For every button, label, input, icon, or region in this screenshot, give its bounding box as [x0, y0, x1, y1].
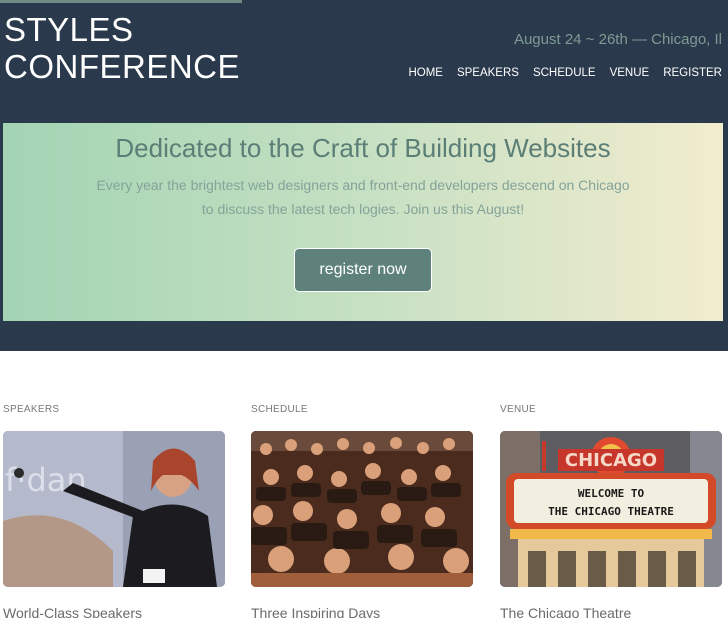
theatre-illustration: CHICAGO WELCOME TO THE CHICAGO THEATRE — [500, 431, 722, 587]
nav-speakers[interactable]: SPEAKERS — [457, 67, 519, 79]
nav-venue[interactable]: VENUE — [610, 67, 650, 79]
teasers-section: SPEAKERS f·dan World-Class Speakers SCHE… — [0, 351, 728, 618]
event-dates-location: August 24 ~ 26th — Chicago, Il — [513, 31, 722, 48]
hero-text-line-1: Every year the brightest web designers a… — [96, 177, 630, 193]
audience-photo[interactable] — [251, 431, 473, 587]
teaser-title[interactable]: Three Inspiring Days — [251, 605, 380, 618]
site-logo[interactable]: STYLES CONFERENCE — [4, 11, 240, 85]
teaser-schedule[interactable]: SCHEDULE Three Inspiring Days — [251, 351, 474, 618]
nav-register[interactable]: REGISTER — [663, 67, 722, 79]
hero-banner: Dedicated to the Craft of Building Websi… — [3, 123, 723, 321]
teaser-speakers[interactable]: SPEAKERS f·dan World-Class Speakers — [3, 351, 226, 618]
hero-title: Dedicated to the Craft of Building Websi… — [115, 133, 611, 163]
teaser-title[interactable]: World-Class Speakers — [3, 605, 142, 618]
speaker-illustration: f·dan — [3, 431, 225, 587]
logo-line-1: STYLES — [4, 11, 134, 48]
speaker-photo[interactable]: f·dan — [3, 431, 225, 587]
hero-text-line-2: to discuss the latest tech logies. Join … — [201, 201, 525, 217]
teaser-label: SCHEDULE — [251, 404, 308, 415]
audience-illustration — [251, 431, 473, 587]
teaser-title[interactable]: The Chicago Theatre — [500, 605, 631, 618]
primary-nav: HOME SPEAKERS SCHEDULE VENUE REGISTER — [408, 67, 722, 79]
marquee-line-2: THE CHICAGO THEATRE — [548, 505, 674, 518]
register-now-button[interactable]: register now — [294, 248, 432, 292]
logo-line-2: CONFERENCE — [4, 48, 241, 85]
teaser-label: SPEAKERS — [3, 404, 60, 415]
nav-home[interactable]: HOME — [408, 67, 443, 79]
theatre-photo[interactable]: CHICAGO WELCOME TO THE CHICAGO THEATRE — [500, 431, 722, 587]
brand-rule — [0, 0, 242, 3]
theatre-sign-name: CHICAGO — [565, 450, 657, 471]
teaser-venue[interactable]: VENUE CHICAGO WELCOME TO THE CHICAGO THE… — [500, 351, 723, 618]
marquee-line-1: WELCOME TO — [578, 487, 645, 500]
teaser-label: VENUE — [500, 404, 536, 415]
hero-description: Every year the brightest web designers a… — [63, 173, 663, 221]
site-header: STYLES CONFERENCE August 24 ~ 26th — Chi… — [0, 0, 728, 351]
nav-schedule[interactable]: SCHEDULE — [533, 67, 596, 79]
